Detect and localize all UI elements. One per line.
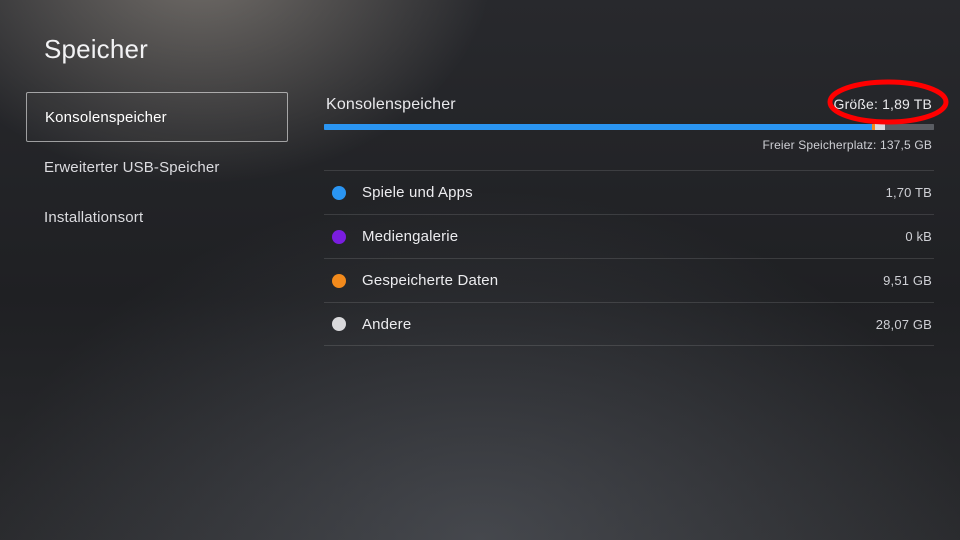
sidebar-item-label: Installationsort [44, 209, 143, 226]
category-label: Andere [362, 316, 876, 333]
storage-free-space: Freier Speicherplatz: 137,5 GB [324, 130, 934, 170]
page-title: Speicher [44, 34, 148, 65]
category-row-other[interactable]: Andere 28,07 GB [324, 302, 934, 346]
category-size: 28,07 GB [876, 317, 932, 332]
storage-total-size: Größe: 1,89 TB [834, 96, 932, 112]
free-prefix: Freier Speicherplatz: [762, 138, 880, 152]
dot-icon [332, 230, 346, 244]
sidebar-item-label: Erweiterter USB-Speicher [44, 159, 220, 176]
sidebar-item-install-location[interactable]: Installationsort [26, 192, 288, 242]
sidebar-item-console-storage[interactable]: Konsolenspeicher [26, 92, 288, 142]
category-size: 1,70 TB [886, 185, 932, 200]
sidebar: Konsolenspeicher Erweiterter USB-Speiche… [26, 92, 288, 242]
capacity-seg-other [875, 124, 884, 130]
size-prefix: Größe: [834, 96, 883, 112]
sidebar-item-usb-extended[interactable]: Erweiterter USB-Speicher [26, 142, 288, 192]
capacity-seg-free [885, 124, 934, 130]
storage-section-title: Konsolenspeicher [326, 96, 456, 114]
dot-icon [332, 186, 346, 200]
category-row-games[interactable]: Spiele und Apps 1,70 TB [324, 170, 934, 214]
capacity-bar [324, 124, 934, 130]
sidebar-item-label: Konsolenspeicher [45, 109, 167, 126]
category-label: Mediengalerie [362, 228, 905, 245]
category-label: Gespeicherte Daten [362, 272, 883, 289]
main-panel: Konsolenspeicher Größe: 1,89 TB Freier S… [324, 92, 934, 346]
storage-header: Konsolenspeicher Größe: 1,89 TB [324, 92, 934, 124]
category-row-media[interactable]: Mediengalerie 0 kB [324, 214, 934, 258]
free-value: 137,5 GB [880, 138, 932, 152]
size-value: 1,89 TB [882, 96, 932, 112]
category-row-saved[interactable]: Gespeicherte Daten 9,51 GB [324, 258, 934, 302]
category-label: Spiele und Apps [362, 184, 886, 201]
category-size: 9,51 GB [883, 273, 932, 288]
category-size: 0 kB [905, 229, 932, 244]
dot-icon [332, 317, 346, 331]
capacity-seg-games [324, 124, 872, 130]
dot-icon [332, 274, 346, 288]
